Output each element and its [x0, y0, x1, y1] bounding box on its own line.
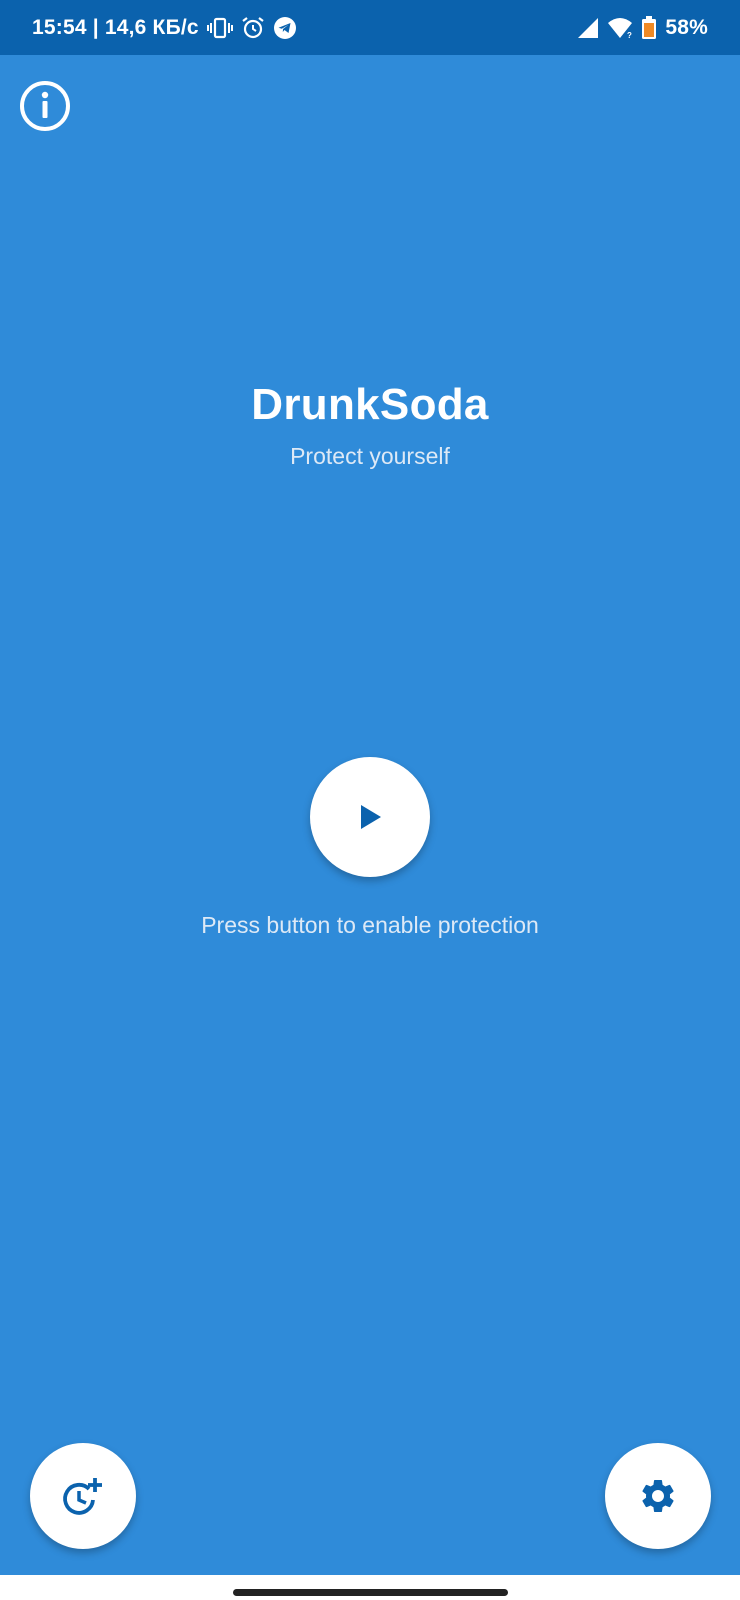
app-title: DrunkSoda — [251, 380, 489, 429]
info-button[interactable] — [18, 79, 72, 133]
svg-text:?: ? — [627, 31, 632, 39]
alarm-icon — [241, 16, 265, 40]
status-time: 15:54 | 14,6 КБ/с — [32, 15, 199, 39]
status-left: 15:54 | 14,6 КБ/с — [32, 16, 297, 40]
battery-icon — [641, 15, 657, 40]
battery-percent: 58% — [665, 15, 708, 39]
signal-icon — [577, 17, 599, 39]
telegram-icon — [273, 16, 297, 40]
status-right: ? 58% — [577, 15, 708, 40]
schedule-add-icon — [63, 1478, 102, 1515]
add-schedule-button[interactable] — [30, 1443, 136, 1549]
status-bar: 15:54 | 14,6 КБ/с ? 58% — [0, 0, 740, 55]
app-subtitle: Protect yourself — [290, 443, 450, 469]
protection-hint: Press button to enable protection — [201, 912, 539, 938]
vibrate-icon — [206, 17, 233, 39]
enable-protection-button[interactable] — [310, 757, 430, 877]
gear-icon — [642, 1480, 674, 1512]
settings-button[interactable] — [605, 1443, 711, 1549]
wifi-icon: ? — [607, 17, 633, 39]
main-screen: DrunkSoda Protect yourself Press button … — [0, 55, 740, 1575]
info-icon — [20, 81, 70, 131]
home-indicator[interactable] — [233, 1589, 508, 1596]
play-icon — [361, 805, 381, 829]
navigation-bar — [0, 1575, 740, 1600]
